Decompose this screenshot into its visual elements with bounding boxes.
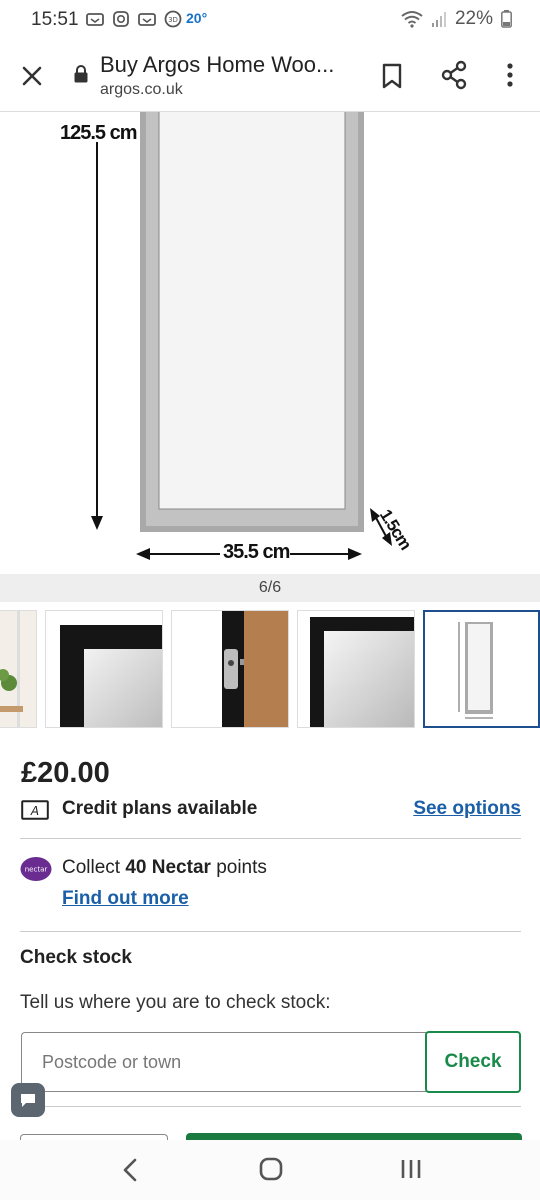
recent-apps-icon[interactable] — [398, 1156, 424, 1182]
weather-badge-icon: 3D — [164, 10, 182, 28]
chat-button[interactable] — [11, 1083, 45, 1117]
thumb-mirror-corner-image — [46, 611, 162, 727]
check-stock-button[interactable]: Check — [425, 1031, 521, 1093]
thumb-mirror-closeup[interactable] — [297, 610, 415, 728]
thumb-wall-hook-image — [172, 611, 288, 727]
home-icon[interactable] — [258, 1156, 284, 1182]
battery-icon — [501, 10, 512, 28]
chat-icon — [21, 1094, 35, 1107]
product-image-viewer[interactable]: 125.5 cm 35.5 cm 1.5cm — [0, 112, 540, 574]
postcode-input[interactable] — [21, 1032, 427, 1092]
status-bar: 15:51 3D 20° 22% — [0, 0, 540, 40]
nectar-points: 40 Nectar — [125, 857, 211, 878]
thumb-wall-hook[interactable] — [171, 610, 289, 728]
nectar-collect-prefix: Collect — [62, 857, 126, 878]
image-counter-bar: 6/6 — [0, 574, 540, 602]
bookmark-icon[interactable] — [380, 62, 404, 90]
thumb-mirror-corner[interactable] — [45, 610, 163, 728]
status-temperature: 20° — [186, 10, 208, 26]
notification-icons: 3D — [86, 10, 182, 28]
thumbnail-strip — [0, 610, 540, 730]
browser-toolbar: Buy Argos Home Woo... argos.co.uk — [0, 40, 540, 112]
thumb-room-image — [0, 611, 36, 727]
check-stock-description: Tell us where you are to check stock: — [20, 992, 331, 1013]
system-status: 22% — [401, 8, 512, 30]
page-title[interactable]: Buy Argos Home Woo... — [100, 52, 334, 78]
signal-icon — [431, 12, 446, 27]
share-icon[interactable] — [440, 60, 468, 90]
page-url[interactable]: argos.co.uk — [100, 81, 183, 99]
thumb-mirror-closeup-image — [298, 611, 414, 727]
product-price: £20.00 — [21, 757, 110, 789]
mirror-dimension-diagram — [91, 112, 392, 560]
cast-icon-2 — [138, 13, 156, 26]
height-label: 125.5 cm — [60, 122, 138, 144]
credit-card-icon: A — [21, 800, 49, 820]
lock-icon — [74, 65, 88, 83]
credit-plans-text: Credit plans available — [62, 798, 258, 819]
thumb-dimensions-image — [425, 612, 538, 726]
check-stock-heading: Check stock — [20, 947, 132, 968]
system-nav-bar — [0, 1140, 540, 1200]
svg-text:nectar: nectar — [25, 866, 48, 874]
close-icon[interactable] — [18, 62, 46, 90]
image-counter: 6/6 — [258, 579, 282, 596]
thumb-dimensions[interactable] — [423, 610, 540, 728]
width-label: 35.5 cm — [223, 541, 290, 563]
status-time: 15:51 — [31, 9, 79, 30]
nectar-collect-text: Collect 40 Nectar points — [62, 857, 267, 879]
divider — [20, 931, 521, 932]
divider — [20, 838, 521, 839]
more-options-icon[interactable] — [500, 60, 520, 90]
see-options-link[interactable]: See options — [413, 798, 521, 820]
instagram-icon — [113, 11, 129, 27]
find-out-more-link[interactable]: Find out more — [62, 888, 189, 910]
thumb-room-partial[interactable] — [0, 610, 37, 728]
svg-text:A: A — [30, 804, 39, 818]
svg-text:3D: 3D — [168, 16, 178, 24]
back-icon[interactable] — [118, 1156, 142, 1184]
divider — [20, 1106, 521, 1107]
nectar-collect-suffix: points — [210, 857, 267, 878]
wifi-icon — [401, 11, 423, 28]
nectar-logo-icon: nectar — [20, 857, 52, 881]
battery-percent: 22% — [454, 8, 493, 29]
cast-icon — [86, 13, 104, 26]
